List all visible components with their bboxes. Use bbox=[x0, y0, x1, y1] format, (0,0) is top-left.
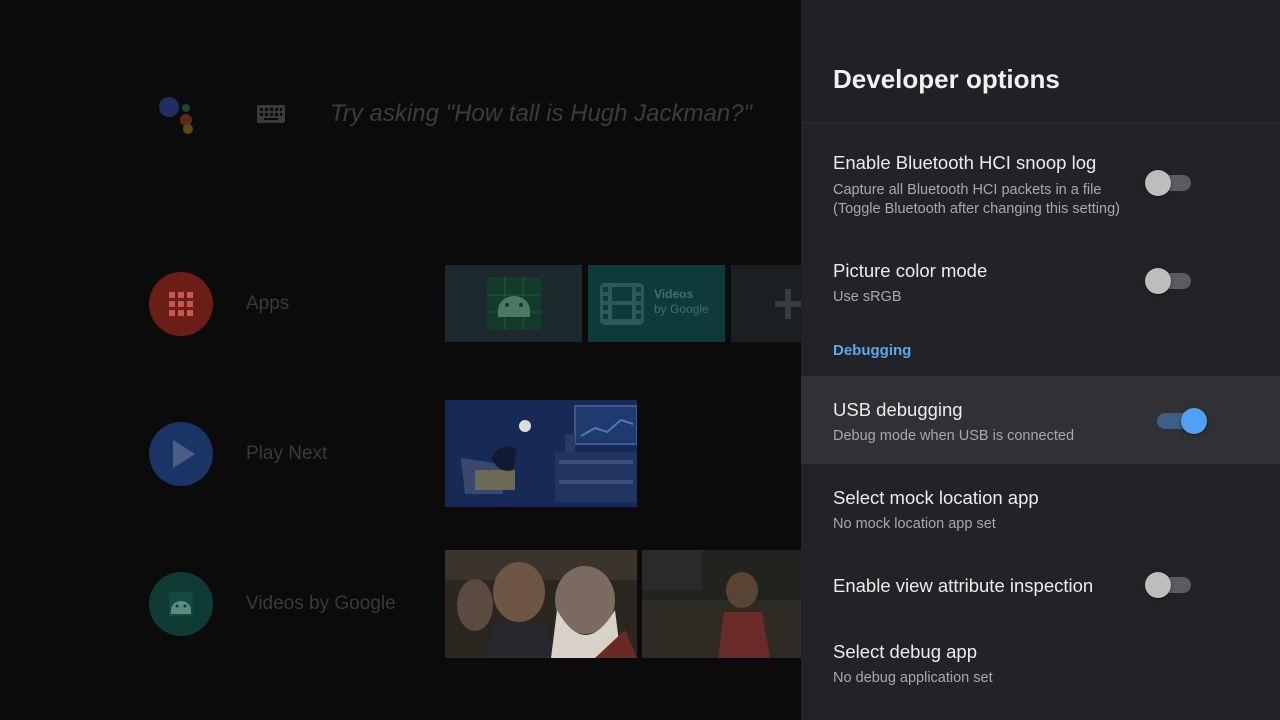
row-label-apps: Apps bbox=[246, 293, 290, 314]
pref-picture-color-mode[interactable]: Picture color mode Use sRGB bbox=[801, 240, 1280, 320]
pref-view-attribute-inspection[interactable]: Enable view attribute inspection bbox=[801, 552, 1280, 618]
apps-grid-icon[interactable] bbox=[149, 272, 213, 336]
pref-usb-debugging[interactable]: USB debugging Debug mode when USB is con… bbox=[801, 376, 1280, 464]
pref-title: Select mock location app bbox=[833, 487, 1039, 508]
panel-header: Developer options bbox=[801, 0, 1280, 123]
pref-title: Select debug app bbox=[833, 641, 978, 662]
play-icon[interactable] bbox=[149, 422, 213, 486]
pref-summary: Debug mode when USB is connected bbox=[833, 428, 1075, 444]
pref-summary: Use sRGB bbox=[833, 289, 902, 305]
video-thumbnail[interactable] bbox=[642, 550, 801, 658]
row-label-videos-by-google: Videos by Google bbox=[246, 593, 396, 614]
pref-title: Enable view attribute inspection bbox=[833, 575, 1094, 596]
film-icon bbox=[600, 283, 644, 325]
android-icon bbox=[487, 277, 541, 330]
pref-select-mock-location-app[interactable]: Select mock location app No mock locatio… bbox=[801, 466, 1280, 546]
pref-select-debug-app[interactable]: Select debug app No debug application se… bbox=[801, 622, 1280, 702]
row-label-play-next: Play Next bbox=[246, 443, 328, 464]
pref-title: Picture color mode bbox=[833, 260, 988, 281]
view-attribute-inspection-toggle[interactable] bbox=[1145, 570, 1193, 598]
app-tile-android[interactable] bbox=[445, 265, 582, 342]
pref-summary: (Toggle Bluetooth after changing this se… bbox=[833, 201, 1120, 217]
pref-title: USB debugging bbox=[833, 399, 963, 420]
app-tile-videos-by-google[interactable]: Videos by Google bbox=[588, 265, 725, 342]
play-next-thumbnail[interactable] bbox=[445, 400, 637, 507]
videos-tile-text: Videos by Google bbox=[654, 287, 709, 316]
pref-summary: Capture all Bluetooth HCI packets in a f… bbox=[833, 182, 1102, 198]
category-debugging: Debugging bbox=[833, 342, 912, 359]
keyboard-icon[interactable] bbox=[256, 103, 286, 125]
pref-summary: No mock location app set bbox=[833, 516, 996, 532]
plus-icon bbox=[775, 289, 801, 319]
android-icon[interactable] bbox=[149, 572, 213, 636]
pref-title: Enable Bluetooth HCI snoop log bbox=[833, 152, 1097, 173]
developer-options-panel: Developer options Enable Bluetooth HCI s… bbox=[801, 0, 1280, 720]
add-app-tile[interactable] bbox=[731, 265, 801, 342]
picture-color-mode-toggle[interactable] bbox=[1145, 266, 1193, 294]
google-assistant-icon[interactable] bbox=[156, 94, 200, 134]
pref-summary: No debug application set bbox=[833, 670, 993, 686]
usb-debugging-toggle[interactable] bbox=[1153, 406, 1207, 434]
bluetooth-hci-toggle[interactable] bbox=[1145, 168, 1193, 196]
video-thumbnail[interactable] bbox=[445, 550, 637, 658]
assistant-search-hint[interactable]: Try asking "How tall is Hugh Jackman?" bbox=[330, 100, 752, 128]
page-title: Developer options bbox=[833, 64, 1060, 94]
pref-bluetooth-hci-snoop-log[interactable]: Enable Bluetooth HCI snoop log Capture a… bbox=[801, 130, 1280, 234]
